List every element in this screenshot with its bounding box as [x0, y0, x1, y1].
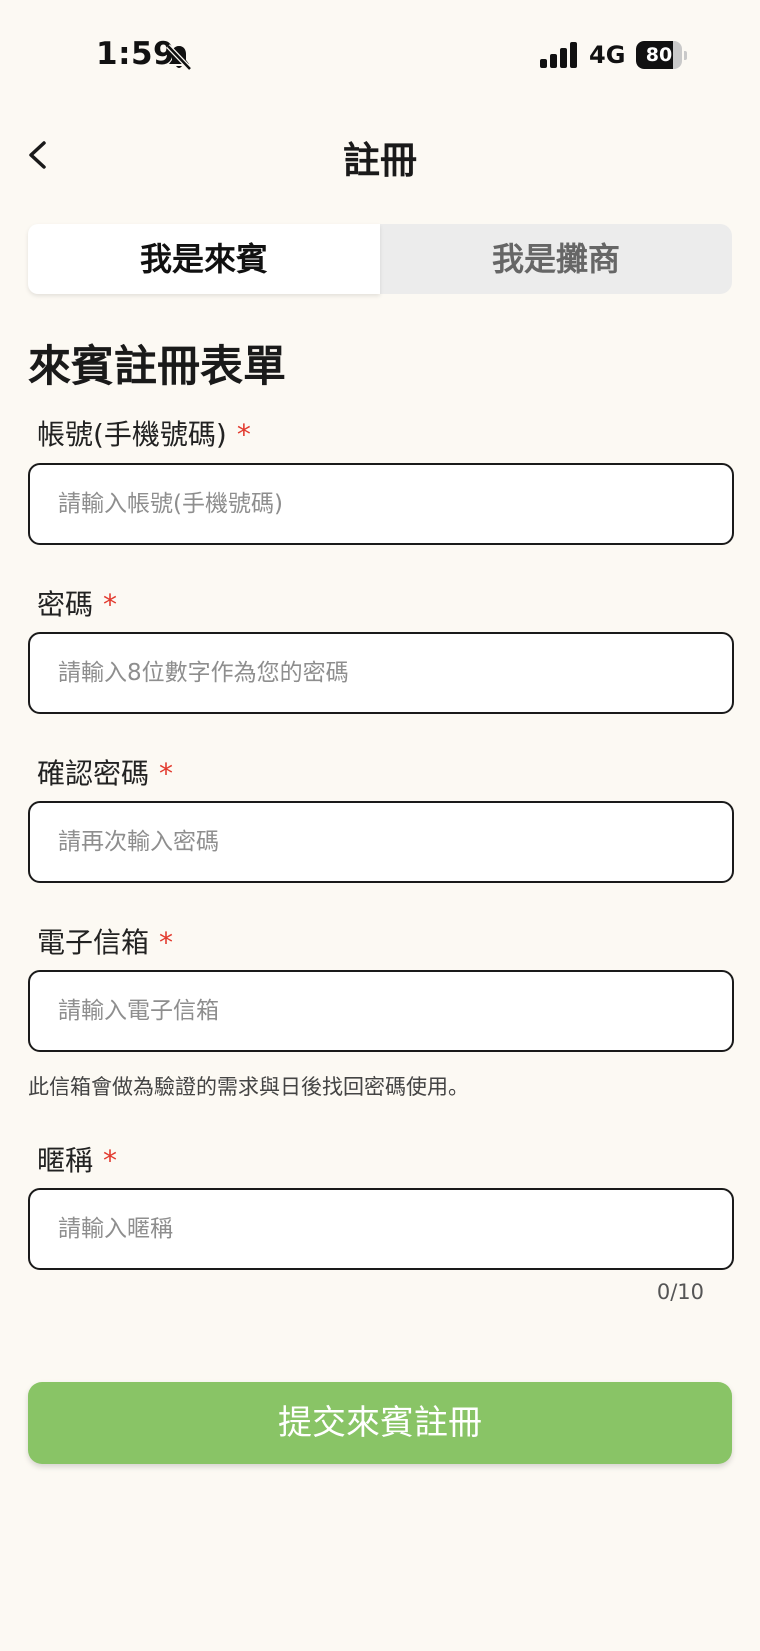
account-label: 帳號(手機號碼) * [37, 413, 251, 453]
network-type: 4G [589, 41, 626, 69]
nickname-input[interactable] [58, 1190, 708, 1268]
password-label-text: 密碼 [37, 588, 94, 621]
password-input[interactable] [58, 634, 708, 712]
battery-icon: 80 [636, 41, 687, 69]
email-field[interactable] [28, 970, 734, 1052]
nav-bar: 註冊 [0, 118, 760, 192]
account-input[interactable] [58, 465, 708, 543]
tab-guest[interactable]: 我是來賓 [28, 224, 380, 294]
battery-level: 80 [645, 44, 673, 66]
tab-vendor[interactable]: 我是攤商 [380, 224, 732, 294]
status-bar: 1:59 4G 80 [0, 0, 760, 110]
nickname-label: 暱稱 * [37, 1139, 117, 1179]
nickname-label-text: 暱稱 [37, 1144, 94, 1177]
email-label: 電子信箱 * [37, 921, 173, 961]
nickname-char-counter: 0/10 [656, 1280, 704, 1304]
confirm-password-field[interactable] [28, 801, 734, 883]
required-mark: * [159, 757, 174, 790]
back-button[interactable] [22, 130, 72, 180]
account-field[interactable] [28, 463, 734, 545]
email-input[interactable] [58, 972, 708, 1050]
submit-guest-registration-button[interactable]: 提交來賓註冊 [28, 1382, 732, 1464]
nickname-field[interactable] [28, 1188, 734, 1270]
role-tabs: 我是來賓 我是攤商 [28, 224, 732, 294]
required-mark: * [103, 588, 118, 621]
chevron-left-icon [29, 141, 46, 169]
required-mark: * [236, 418, 251, 451]
confirm-password-label-text: 確認密碼 [37, 757, 150, 790]
confirm-password-label: 確認密碼 * [37, 752, 173, 792]
cellular-signal-icon [540, 42, 577, 68]
required-mark: * [103, 1144, 118, 1177]
required-mark: * [159, 926, 174, 959]
password-label: 密碼 * [37, 583, 117, 623]
bell-slash-icon [166, 44, 192, 71]
password-field[interactable] [28, 632, 734, 714]
email-label-text: 電子信箱 [37, 926, 150, 959]
email-hint: 此信箱會做為驗證的需求與日後找回密碼使用。 [28, 1075, 469, 1099]
page-title: 註冊 [343, 139, 417, 182]
form-title: 來賓註冊表單 [28, 342, 286, 392]
account-label-text: 帳號(手機號碼) [37, 418, 227, 451]
confirm-password-input[interactable] [58, 803, 708, 881]
